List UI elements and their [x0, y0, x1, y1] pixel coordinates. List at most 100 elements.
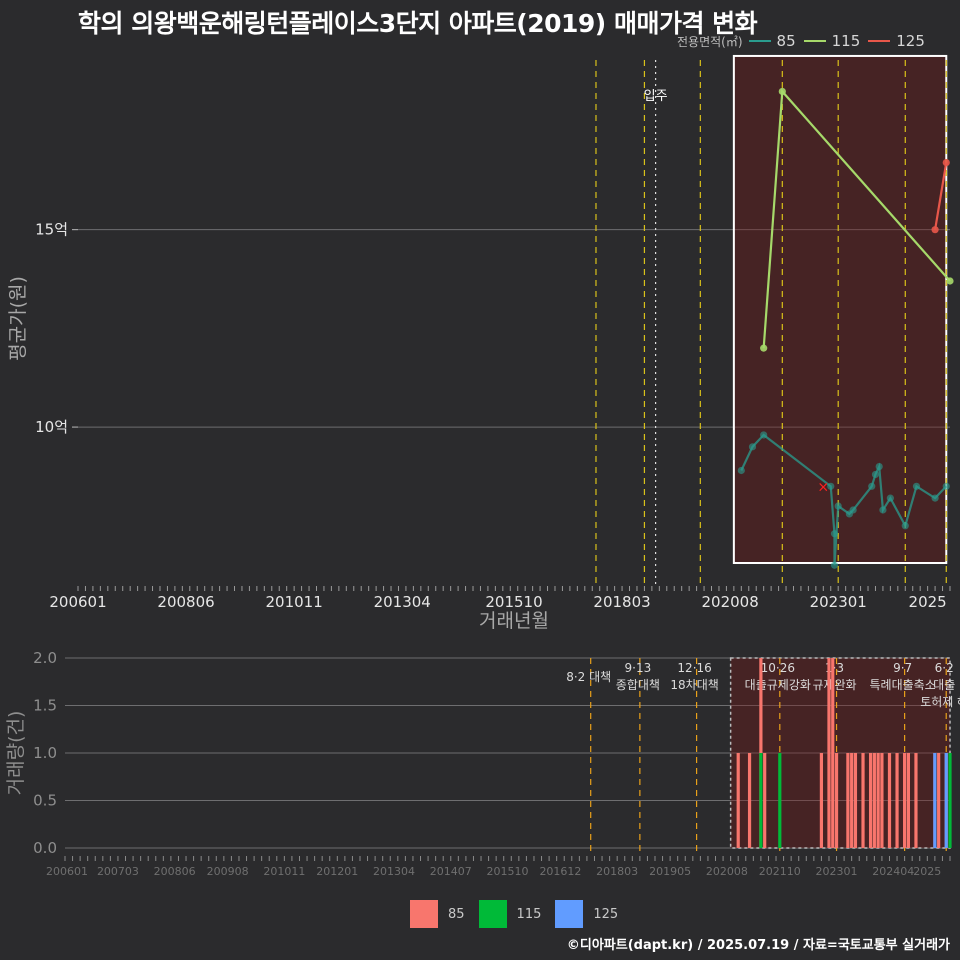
policy-label-2019-12-0: 12·16: [677, 661, 711, 675]
bar-125-0: [933, 753, 937, 848]
bar-85-4: [819, 753, 824, 848]
policy-label-2021-10-0: 10·26: [761, 661, 795, 675]
point-85-13: [886, 494, 894, 502]
bar-85-12: [868, 753, 873, 848]
point-85-16: [931, 494, 939, 502]
top-xtick-label-201803: 201803: [593, 593, 650, 611]
point-115-2: [946, 277, 954, 285]
bar-85-9: [850, 753, 854, 848]
policy-label-2024-07-0: 9·7: [893, 661, 912, 675]
top-xtick-label-202301: 202301: [810, 593, 867, 611]
policy-label-2021-10-1: 대출규제강화: [745, 678, 811, 692]
bar-85-15: [880, 753, 884, 848]
point-85-5: [830, 561, 839, 569]
bottom-xtick-label-201011: 201011: [263, 865, 305, 878]
bottom-xtick-label-201407: 201407: [430, 865, 472, 878]
policy-label-2025-06-2: 토허제 해: [920, 695, 960, 709]
bar-85-0: [736, 753, 740, 848]
policy-label-2025-06-0: 6·2: [935, 661, 954, 675]
bar-85-5: [827, 658, 831, 848]
top-ytick-label-1: 15억: [35, 221, 68, 239]
bottom-y-axis-title: 거래량(건): [5, 711, 27, 796]
bottom-xtick-label-201510: 201510: [487, 865, 529, 878]
top-x-axis-title: 거래년월: [479, 610, 549, 632]
bottom-ytick-label-2: 1.0: [33, 744, 57, 762]
bar-85-10: [853, 753, 858, 848]
bar-85-6: [831, 658, 835, 848]
top-xtick-label-201304: 201304: [374, 593, 431, 611]
bottom-legend: 85 115 125: [410, 900, 632, 928]
bottom-legend-item-125: 125: [555, 900, 618, 928]
top-xtick-label-202008: 202008: [702, 593, 759, 611]
point-85-6: [834, 502, 842, 510]
bottom-legend-label-125: 125: [593, 906, 619, 922]
policy-label-2017-08-0: 8·2 대책: [566, 669, 611, 684]
bar-85-11: [861, 753, 865, 848]
bar-85-22: [937, 753, 941, 848]
bottom-xtick-label-202404: 202404: [872, 865, 914, 878]
top-xtick-label-201011: 201011: [266, 593, 323, 611]
source-footer: ©디아파트(dapt.kr) / 2025.07.19 / 자료=국토교통부 실…: [566, 938, 950, 953]
policy-label-2024-07-1: 특례대출축소: [869, 678, 935, 692]
point-85-0: [737, 466, 745, 475]
point-85-11: [875, 462, 883, 471]
cancelled-mark-0: ×: [817, 479, 829, 495]
bottom-ytick-label-3: 1.5: [33, 697, 57, 715]
bar-115-0: [759, 753, 763, 848]
top-xtick-label-2025: 2025: [909, 593, 947, 611]
bar-125-1: [944, 753, 948, 848]
bottom-xtick-label-201201: 201201: [316, 865, 358, 878]
bottom-legend-item-115: 115: [478, 900, 542, 928]
bar-85-20: [914, 753, 918, 848]
bar-85-18: [903, 753, 907, 848]
point-125-0: [931, 226, 939, 234]
bottom-legend-swatch-115: [478, 900, 507, 928]
point-85-14: [901, 522, 909, 530]
top-ytick-label-0: 10억: [35, 418, 68, 436]
bar-85-8: [846, 753, 850, 848]
bottom-ytick-label-1: 0.5: [33, 792, 57, 810]
point-115-0: [760, 344, 768, 352]
bottom-legend-label-115: 115: [516, 906, 542, 922]
bottom-ytick-label-4: 2.0: [33, 649, 57, 667]
bottom-legend-label-85: 85: [448, 906, 465, 922]
bar-85-19: [906, 753, 910, 848]
bottom-xtick-label-200703: 200703: [97, 865, 139, 878]
bottom-xtick-label-201803: 201803: [596, 865, 638, 878]
bottom-xtick-label-200806: 200806: [154, 865, 196, 878]
chart-canvas: 10억 15억 입주 × 200601 200806 201011 201304 201510 2…: [5, 54, 960, 878]
bottom-xtick-label-202008: 202008: [706, 865, 748, 878]
bottom-xtick-label-200908: 200908: [207, 865, 249, 878]
point-85-2: [760, 431, 768, 439]
bottom-xtick-label-201612: 201612: [539, 865, 581, 878]
top-xtick-label-201510: 201510: [485, 593, 542, 611]
policy-label-2025-06-1: 대출: [933, 678, 955, 692]
bottom-ytick-label-0: 0.0: [33, 839, 57, 857]
bottom-legend-swatch-85: [410, 900, 438, 928]
point-85-1: [748, 443, 757, 451]
point-85-15: [912, 482, 921, 490]
policy-label-2023-01-1: 규제완화: [812, 678, 856, 692]
bottom-xtick-label-202301: 202301: [816, 865, 858, 878]
bar-85-1: [747, 753, 752, 848]
bar-115-2: [948, 753, 952, 848]
bottom-xtick-label-202110: 202110: [759, 865, 801, 878]
point-85-12: [879, 506, 887, 514]
point-85-4: [830, 530, 839, 538]
bar-85-16: [887, 753, 892, 848]
bottom-legend-item-85: 85: [410, 900, 465, 928]
policy-label-2018-09-1: 종합대책: [616, 677, 660, 692]
bar-115-1: [778, 753, 782, 848]
bottom-xtick-label-200601: 200601: [46, 865, 88, 878]
point-85-9: [868, 482, 876, 490]
bottom-xtick-label-2025: 2025: [913, 865, 941, 878]
top-xtick-label-200601: 200601: [49, 593, 106, 611]
bottom-xtick-label-201304: 201304: [373, 865, 415, 878]
top-xtick-label-200806: 200806: [157, 593, 214, 611]
bottom-xtick-label-201905: 201905: [649, 865, 691, 878]
bar-85-7: [834, 753, 839, 848]
policy-label-2019-12-1: 18차대책: [670, 677, 718, 692]
point-125-1: [942, 158, 950, 167]
policy-label-2018-09-0: 9·13: [625, 661, 652, 675]
point-85-10: [871, 470, 880, 479]
